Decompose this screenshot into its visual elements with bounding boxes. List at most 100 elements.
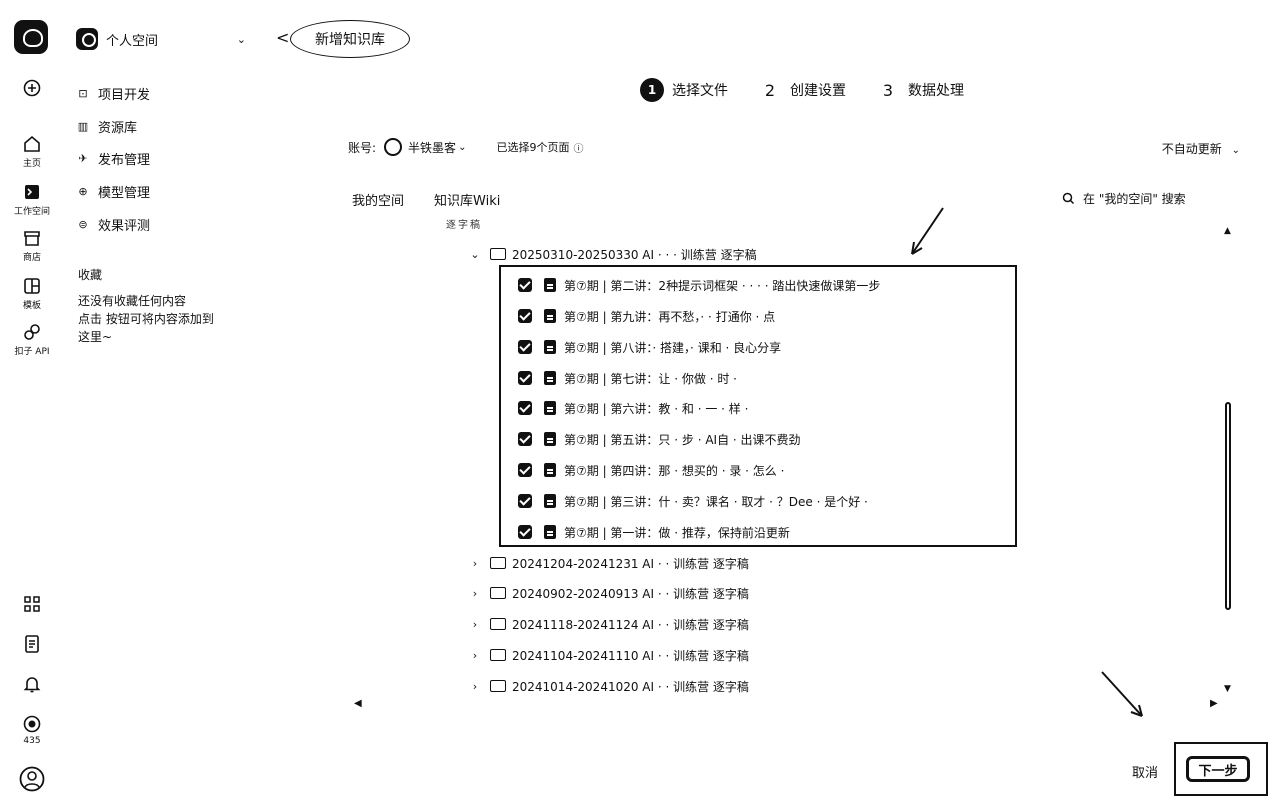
chevron-right-icon[interactable]: › — [468, 557, 482, 570]
folder-row[interactable]: › 20241014-20241020 AI · · 训练营 逐字稿 — [468, 675, 749, 697]
search-input[interactable]: 在 "我的空间" 搜索 — [1054, 182, 1232, 214]
app-logo-icon[interactable] — [14, 20, 48, 54]
folder-row[interactable]: › 20241104-20241110 AI · · 训练营 逐字稿 — [468, 644, 749, 666]
auto-update-value: 不自动更新 — [1161, 142, 1222, 156]
step-label: 数据处理 — [908, 83, 964, 99]
project-icon: ⊡ — [78, 86, 88, 100]
checkbox-checked[interactable] — [518, 401, 532, 415]
terminal-icon — [25, 185, 39, 199]
checkbox-checked[interactable] — [518, 525, 532, 539]
nav-item-publish[interactable]: ✈ 发布管理 — [76, 147, 150, 169]
rail-item-home[interactable]: 主页 — [0, 134, 64, 169]
chevron-down-icon: ⌄ — [236, 32, 246, 46]
rail-item-store[interactable]: 商店 — [0, 228, 64, 263]
tab-my-space[interactable]: 我的空间 — [352, 190, 404, 209]
back-button[interactable]: < — [276, 28, 289, 47]
tab-wiki[interactable]: 知识库Wiki — [434, 190, 500, 209]
account-avatar — [384, 138, 403, 156]
chevron-right-icon[interactable]: › — [468, 618, 482, 631]
rail-item-coze-api[interactable]: 扣子 API — [0, 322, 64, 357]
file-name: 第⑦期 | 第七讲：让 · 你做 · 时 · — [564, 371, 737, 386]
file-row[interactable]: 第⑦期 | 第五讲：只 · 步 · AI自 · 出课不费劲 — [518, 428, 801, 450]
vertical-scrollbar-thumb[interactable] — [1225, 402, 1231, 610]
create-button[interactable] — [0, 78, 64, 98]
user-avatar[interactable] — [0, 766, 64, 792]
docs-button[interactable] — [0, 634, 64, 654]
folder-row-expanded[interactable]: ⌄ 20250310-20250330 AI · · · 训练营 逐字稿 — [468, 243, 757, 265]
scroll-left-arrow[interactable]: ◀ — [354, 698, 362, 709]
file-row[interactable]: 第⑦期 | 第七讲：让 · 你做 · 时 · — [518, 367, 737, 389]
api-icon — [24, 324, 40, 340]
checkbox-checked[interactable] — [518, 432, 532, 446]
home-icon — [24, 135, 40, 152]
document-icon — [544, 340, 556, 354]
info-icon[interactable]: ⓘ — [573, 140, 583, 155]
folder-icon — [490, 649, 506, 661]
favorites-empty-text: 还没有收藏任何内容 点击 按钮可将内容添加到 这里~ — [78, 292, 258, 346]
checkbox-checked[interactable] — [518, 371, 532, 385]
folder-name: 20250310-20250330 AI · · · 训练营 逐字稿 — [512, 247, 757, 262]
auto-update-select[interactable]: 不自动更新 ⌄ — [1162, 140, 1240, 157]
file-name: 第⑦期 | 第六讲：教 · 和 · 一 · 样 · — [564, 401, 749, 416]
stepper: 1 选择文件 2 创建设置 3 数据处理 — [640, 78, 994, 102]
chevron-right-icon[interactable]: › — [468, 649, 482, 662]
checkbox-checked[interactable] — [518, 463, 532, 477]
folder-name: 20241014-20241020 AI · · 训练营 逐字稿 — [512, 679, 749, 694]
file-name: 第⑦期 | 第三讲：什 · 卖？课名 · 取才 · ？Dee · 是个好 · — [564, 494, 868, 509]
chevron-down-icon[interactable]: ⌄ — [468, 248, 482, 261]
nav-item-resources[interactable]: ▥ 资源库 — [76, 115, 137, 137]
chevron-right-icon[interactable]: › — [468, 680, 482, 693]
document-icon — [25, 635, 39, 653]
file-row[interactable]: 第⑦期 | 第六讲：教 · 和 · 一 · 样 · — [518, 397, 748, 419]
file-row[interactable]: 第⑦期 | 第三讲：什 · 卖？课名 · 取才 · ？Dee · 是个好 · — [518, 490, 868, 512]
step-select-files: 1 选择文件 — [640, 78, 728, 102]
chevron-right-icon[interactable]: › — [468, 587, 482, 600]
file-name: 第⑦期 | 第九讲：再不愁，· · 打通你 · 点 — [564, 309, 776, 324]
file-row[interactable]: 第⑦期 | 第二讲：2种提示词框架 · · · · 踏出快速做课第一步 — [518, 274, 880, 296]
folder-icon — [490, 618, 506, 630]
file-row[interactable]: 第⑦期 | 第四讲：那 · 想买的 · 录 · 怎么 · — [518, 459, 784, 481]
nav-item-models[interactable]: ⊕ 模型管理 — [76, 180, 150, 202]
step-label: 创建设置 — [790, 83, 846, 99]
checkbox-checked[interactable] — [518, 494, 532, 508]
file-row[interactable]: 第⑦期 | 第八讲：· 搭建，· 课和 · 良心分享 — [518, 336, 781, 358]
account-selector[interactable]: 半铁墨客 — [408, 139, 456, 156]
cancel-button[interactable]: 取消 — [1132, 762, 1158, 781]
document-icon — [544, 494, 556, 508]
plus-circle-icon — [23, 79, 41, 97]
library-icon: ▥ — [77, 119, 89, 133]
rail-item-workspace[interactable]: 工作空间 — [0, 182, 64, 217]
nav-item-label: 模型管理 — [98, 185, 151, 201]
folder-row[interactable]: › 20241204-20241231 AI · · 训练营 逐字稿 — [468, 552, 749, 574]
scroll-up-arrow[interactable]: ▲ — [1224, 226, 1231, 236]
step-create-settings: 2 创建设置 — [758, 78, 846, 102]
file-row[interactable]: 第⑦期 | 第九讲：再不愁，· · 打通你 · 点 — [518, 305, 775, 327]
document-icon — [544, 432, 556, 446]
folder-row[interactable]: › 20240902-20240913 AI · · 训练营 逐字稿 — [468, 582, 749, 604]
points-button[interactable]: 435 — [0, 714, 64, 746]
account-label: 账号: — [348, 140, 377, 155]
chevron-down-icon: ⌄ — [1231, 145, 1240, 156]
space-switcher[interactable]: 个人空间 ⌄ — [76, 26, 246, 52]
points-count: 435 — [23, 736, 41, 746]
notifications-button[interactable] — [0, 674, 64, 694]
folder-row[interactable]: › 20241118-20241124 AI · · 训练营 逐字稿 — [468, 613, 749, 635]
document-icon — [544, 309, 556, 323]
nav-item-project-dev[interactable]: ⊡ 项目开发 — [76, 82, 150, 104]
checkbox-checked[interactable] — [518, 309, 532, 323]
rail-item-templates[interactable]: 模板 — [0, 276, 64, 311]
rail-item-label: 工作空间 — [13, 207, 50, 217]
folder-icon — [490, 248, 506, 260]
rail-item-label: 主页 — [22, 159, 41, 169]
scroll-right-arrow[interactable]: ▶ — [1210, 698, 1218, 709]
source-tabs: 我的空间 知识库Wiki — [352, 190, 530, 209]
file-row[interactable]: 第⑦期 | 第一讲：做 · 推荐，保持前沿更新 — [518, 521, 790, 543]
apps-button[interactable] — [0, 594, 64, 614]
checkbox-checked[interactable] — [518, 340, 532, 354]
rail-item-label: 模板 — [22, 301, 41, 311]
next-button[interactable]: 下一步 — [1186, 756, 1250, 782]
space-name: 个人空间 — [106, 33, 159, 49]
checkbox-checked[interactable] — [518, 278, 532, 292]
nav-item-evaluation[interactable]: ⊜ 效果评测 — [76, 213, 150, 235]
scroll-down-arrow[interactable]: ▼ — [1224, 684, 1231, 694]
